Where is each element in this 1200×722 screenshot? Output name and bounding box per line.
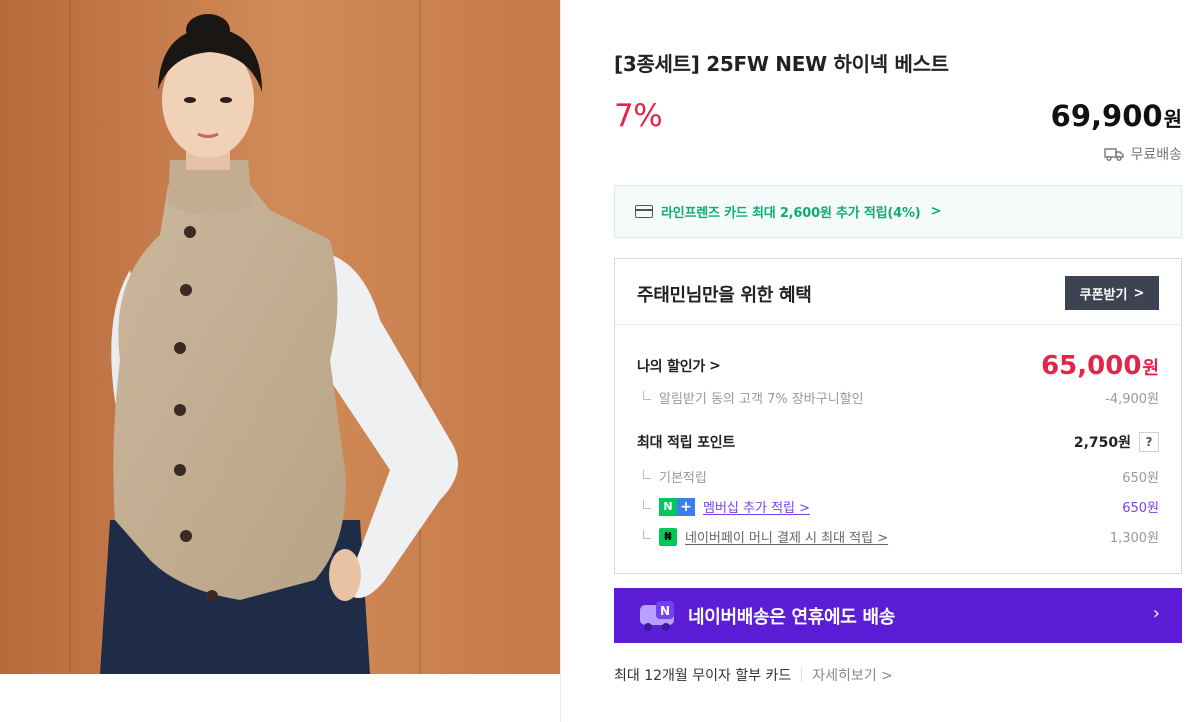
discount-rate: 7% [614, 98, 663, 134]
basic-points-value: 650원 [1122, 471, 1159, 486]
product-price: 69,900원 [1051, 99, 1182, 133]
divider [801, 668, 803, 682]
member-benefits-box: 주태민님만을 위한 혜택 쿠폰받기 > 나의 할인가 > 65,000원 알림받… [614, 258, 1182, 574]
naver-delivery-banner[interactable]: N 네이버배송은 연휴에도 배송 › [614, 588, 1182, 643]
chevron-right-icon: > [709, 358, 721, 374]
my-price-label: 나의 할인가 [637, 359, 706, 375]
my-price-row: 나의 할인가 > 65,000원 [637, 351, 1159, 381]
my-price-unit: 원 [1142, 358, 1159, 379]
product-image [0, 0, 560, 674]
naver-plus-membership-icon: N + [659, 497, 695, 516]
truck-icon [1104, 148, 1125, 161]
shipping-label: 무료배송 [1130, 147, 1182, 163]
my-price-amount: 65,000 [1041, 351, 1142, 381]
get-coupon-button[interactable]: 쿠폰받기 > [1065, 276, 1159, 310]
credit-card-icon [635, 205, 653, 218]
pay-points-value: 1,300원 [1109, 531, 1159, 546]
naver-pay-icon: ₦ [659, 527, 677, 546]
delivery-van-icon: N [640, 600, 674, 631]
tree-branch-icon [643, 499, 651, 509]
chevron-right-icon: > [1133, 285, 1145, 301]
product-title: [3종세트] 25FW NEW 하이넥 베스트 [614, 52, 949, 76]
image-bottom-space [0, 674, 560, 722]
tree-branch-icon [643, 469, 651, 479]
basic-points-label: 기본적립 [659, 471, 707, 486]
coupon-button-label: 쿠폰받기 [1079, 287, 1128, 303]
product-photo-illustration [0, 0, 560, 674]
my-price-detail-value: -4,900원 [1105, 392, 1159, 407]
membership-points-value: 650원 [1122, 501, 1159, 516]
installment-text: 최대 12개월 무이자 할부 카드 [614, 668, 792, 684]
chevron-right-icon: > [930, 204, 942, 219]
price-amount: 69,900 [1050, 99, 1163, 133]
pay-points-link[interactable]: 네이버페이 머니 결제 시 최대 적립 > [685, 527, 888, 546]
tree-branch-icon [643, 390, 651, 400]
naver-delivery-text: 네이버배송은 연휴에도 배송 [688, 606, 896, 628]
basic-points-row: 기본적립 650원 [637, 467, 1159, 486]
my-price-link[interactable]: 나의 할인가 > [637, 356, 721, 376]
points-label: 최대 적립 포인트 [637, 435, 736, 451]
pay-points-row: ₦ 네이버페이 머니 결제 시 최대 적립 > 1,300원 [637, 527, 1159, 546]
chevron-right-icon: > [799, 501, 811, 516]
points-row: 최대 적립 포인트 2,750원 ? [637, 432, 1159, 452]
chevron-right-icon: > [881, 668, 893, 684]
points-value: 2,750원 [1073, 435, 1131, 451]
help-icon[interactable]: ? [1139, 432, 1159, 452]
card-benefit-banner[interactable]: 라인프렌즈 카드 최대 2,600원 추가 적립(4%) > [614, 185, 1182, 238]
delivery-badge-letter: N [660, 604, 670, 618]
benefits-header: 주태민님만을 위한 혜택 쿠폰받기 > [615, 259, 1181, 325]
chevron-right-icon: › [1152, 603, 1160, 624]
price-unit: 원 [1163, 107, 1182, 131]
installment-info: 최대 12개월 무이자 할부 카드 자세히보기 > [614, 665, 893, 685]
installment-detail-link[interactable]: 자세히보기 > [812, 665, 893, 685]
chevron-right-icon: > [877, 531, 889, 546]
benefits-title: 주태민님만을 위한 혜택 [637, 285, 812, 306]
shipping-info: 무료배송 [1104, 144, 1182, 164]
membership-points-row: N + 멤버십 추가 적립 > 650원 [637, 497, 1159, 516]
points-value-group: 2,750원 ? [1074, 432, 1159, 452]
membership-points-link[interactable]: 멤버십 추가 적립 > [703, 497, 810, 516]
my-discount-price: 65,000원 [1041, 351, 1159, 381]
product-info-panel: [3종세트] 25FW NEW 하이넥 베스트 7% 69,900원 무료배송 … [614, 0, 1182, 722]
tree-branch-icon [643, 529, 651, 539]
my-price-detail-row: 알림받기 동의 고객 7% 장바구니할인 -4,900원 [637, 388, 1159, 407]
card-benefit-text: 라인프렌즈 카드 최대 2,600원 추가 적립(4%) [661, 206, 921, 221]
image-divider [560, 0, 561, 722]
my-price-detail-label: 알림받기 동의 고객 7% 장바구니할인 [659, 392, 864, 407]
